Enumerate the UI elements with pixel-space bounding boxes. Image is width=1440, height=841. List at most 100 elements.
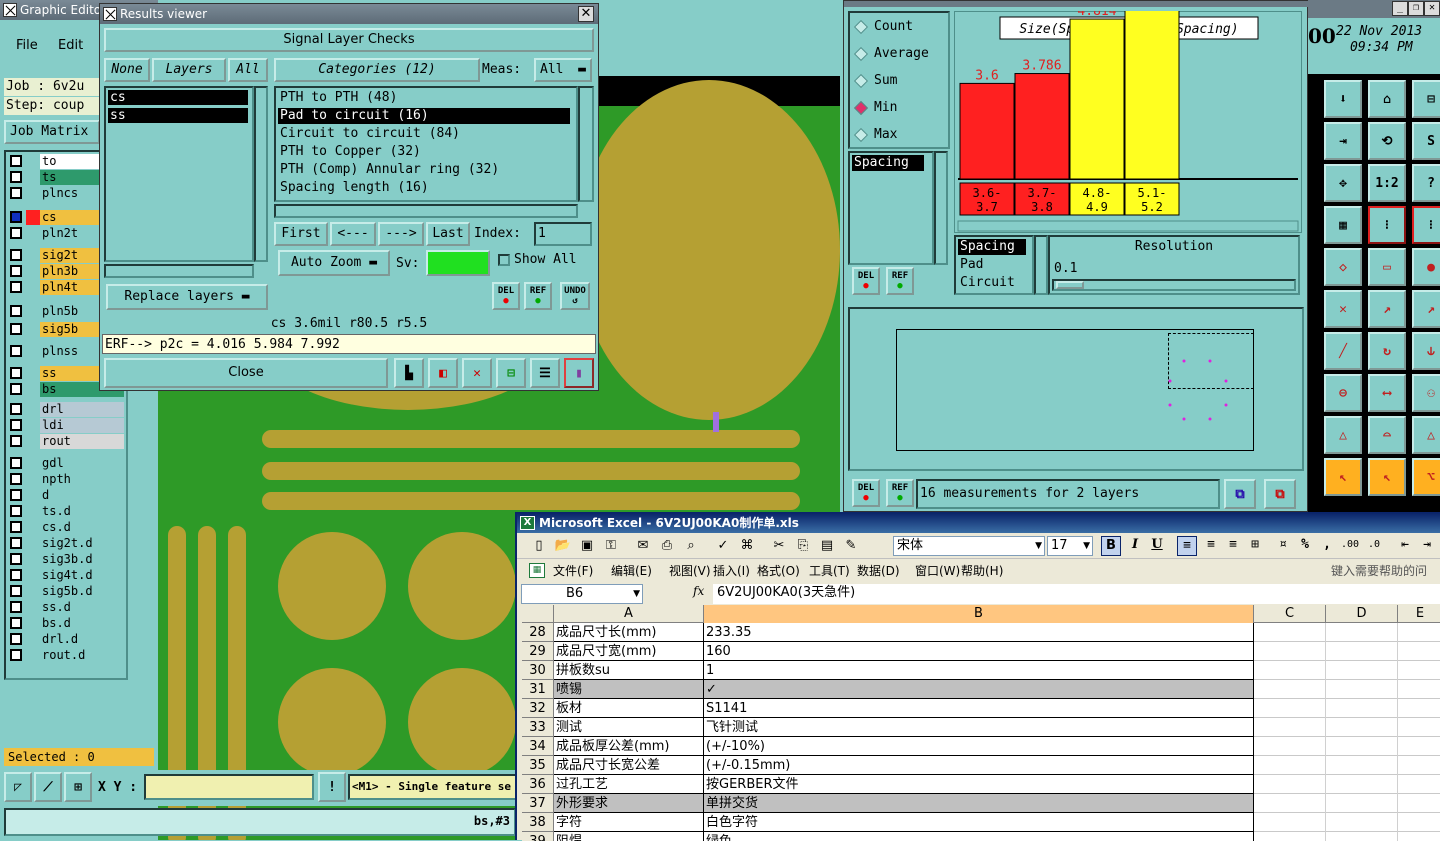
category-item[interactable]: PTH to Copper (32)	[278, 144, 570, 160]
close-button[interactable]: Close	[104, 358, 388, 388]
pointer-icon[interactable]: ↖	[1324, 458, 1362, 496]
layer-row-drl-d[interactable]: drl.d	[8, 632, 124, 647]
cell-b[interactable]: 1	[704, 661, 1254, 680]
cell-a[interactable]: 字符	[554, 813, 704, 832]
cell-d[interactable]	[1326, 680, 1398, 699]
currency-icon[interactable]: ¤	[1273, 536, 1293, 556]
all-button[interactable]: All	[228, 58, 268, 82]
comma-icon[interactable]: ,	[1317, 536, 1337, 556]
radio-count[interactable]: Count	[853, 19, 946, 37]
category-item[interactable]: PTH to PTH (48)	[278, 90, 570, 106]
cell-b[interactable]: S1141	[704, 699, 1254, 718]
result-type-list[interactable]: Spacing	[848, 151, 934, 265]
layer-color-swatch[interactable]	[26, 536, 40, 551]
layer-row-npth[interactable]: npth	[8, 472, 124, 487]
report-icon[interactable]: ▙	[394, 358, 424, 388]
excel-menu-item[interactable]: 窗口(W)	[915, 560, 960, 582]
cell-d[interactable]	[1326, 642, 1398, 661]
del-button[interactable]: DEL ●	[492, 282, 520, 310]
net-icon[interactable]: ⁝	[1368, 206, 1406, 244]
resolution-slider[interactable]	[1052, 279, 1296, 291]
row-header[interactable]: 32	[522, 699, 554, 718]
attribute-item[interactable]: Pad	[958, 257, 1026, 273]
layer-checkbox[interactable]	[10, 187, 22, 199]
pad-icon[interactable]: ●	[1412, 248, 1440, 286]
erase-icon[interactable]: ✕	[462, 358, 492, 388]
layer-checkbox[interactable]	[10, 419, 22, 431]
align-left-icon[interactable]: ≡	[1177, 536, 1197, 556]
layer-color-swatch[interactable]	[26, 366, 40, 381]
row-header[interactable]: 28	[522, 623, 554, 642]
undo-button[interactable]: UNDO ↺	[560, 282, 590, 310]
cell-c[interactable]	[1254, 680, 1326, 699]
histogram-bar[interactable]	[959, 82, 1015, 180]
cell-c[interactable]	[1254, 775, 1326, 794]
radio-average[interactable]: Average	[853, 46, 946, 64]
row-header[interactable]: 36	[522, 775, 554, 794]
layer-color-swatch[interactable]	[26, 226, 40, 241]
category-list[interactable]: PTH to PTH (48) Pad to circuit (16) Circui…	[274, 86, 578, 202]
layer-row-gdl[interactable]: gdl	[8, 456, 124, 471]
layer-checkbox[interactable]	[10, 383, 22, 395]
close-app-button[interactable]: ✕	[1424, 1, 1440, 16]
cell-a[interactable]: 喷锡	[554, 680, 704, 699]
cell-a[interactable]: 成品尺寸宽(mm)	[554, 642, 704, 661]
slider-thumb[interactable]	[1056, 281, 1084, 289]
bold-button[interactable]: B	[1101, 536, 1121, 556]
select-all-corner[interactable]	[522, 605, 554, 623]
loop-icon[interactable]: ⟲	[1368, 122, 1406, 160]
layer-color-swatch[interactable]	[26, 488, 40, 503]
layer-row-ts-d[interactable]: ts.d	[8, 504, 124, 519]
underline-button[interactable]: U	[1147, 536, 1167, 556]
cell-b[interactable]: 飞针测试	[704, 718, 1254, 737]
layer-checkbox[interactable]	[10, 457, 22, 469]
layer-color-swatch[interactable]	[26, 472, 40, 487]
xy-input[interactable]	[144, 774, 314, 800]
diff-icon[interactable]: △	[1412, 416, 1440, 454]
result-list-scrollbar[interactable]	[934, 151, 948, 265]
row-header[interactable]: 33	[522, 718, 554, 737]
layer-checkbox[interactable]	[10, 585, 22, 597]
next-button[interactable]: --->	[378, 222, 424, 246]
category-item[interactable]: Pad to circuit (16)	[278, 108, 570, 124]
cell-a[interactable]: 外形要求	[554, 794, 704, 813]
name-box[interactable]: B6 ▼	[521, 584, 643, 604]
histogram-bar[interactable]	[1069, 18, 1125, 180]
import-icon[interactable]: ⇥	[1324, 122, 1362, 160]
print-icon[interactable]: ⎙	[657, 536, 677, 556]
cell-c[interactable]	[1254, 718, 1326, 737]
cell-d[interactable]	[1326, 718, 1398, 737]
s-curve-icon[interactable]: S	[1412, 122, 1440, 160]
layer-row-ss-d[interactable]: ss.d	[8, 600, 124, 615]
radio-max[interactable]: Max	[853, 127, 946, 145]
cell-c[interactable]	[1254, 813, 1326, 832]
cell-a[interactable]: 板材	[554, 699, 704, 718]
attribute-item[interactable]: Circuit	[958, 275, 1026, 291]
decrease-decimal-icon[interactable]: .0	[1363, 536, 1385, 556]
preview-icon[interactable]: ⌕	[681, 536, 701, 556]
zoom-window-icon[interactable]: ⧉	[1264, 479, 1296, 509]
layer-checkbox[interactable]	[10, 649, 22, 661]
indent-icon[interactable]: ⇤	[1395, 536, 1415, 556]
auto-zoom-select[interactable]: Auto Zoom ▬	[278, 250, 390, 276]
layer-checkbox[interactable]	[10, 633, 22, 645]
cell-a[interactable]: 成品尺寸长宽公差	[554, 756, 704, 775]
layer-color-swatch[interactable]	[26, 402, 40, 417]
increase-decimal-icon[interactable]: .00	[1339, 536, 1361, 556]
layer-color-swatch[interactable]	[26, 280, 40, 295]
category-hscroll[interactable]	[274, 204, 578, 218]
category-item[interactable]: PTH (Comp) Annular ring (32)	[278, 162, 570, 178]
cell-c[interactable]	[1254, 642, 1326, 661]
notes-icon[interactable]: ☰	[530, 358, 560, 388]
tree-icon[interactable]: ⌥	[1412, 458, 1440, 496]
sheet-grid[interactable]: 28 成品尺寸长(mm) 233.35 29 成品尺寸宽(mm) 160 30 拼板数su 1 3…	[522, 623, 1440, 841]
home-icon[interactable]: ⌂	[1368, 80, 1406, 118]
align-center-icon[interactable]: ≡	[1201, 536, 1221, 556]
line-icon[interactable]: ╱	[1324, 332, 1362, 370]
layer-color-swatch[interactable]	[26, 648, 40, 663]
last-button[interactable]: Last	[426, 222, 470, 246]
layer-color-swatch[interactable]	[26, 186, 40, 201]
measurement-marker[interactable]	[713, 412, 719, 432]
layer-checkbox[interactable]	[10, 155, 22, 167]
replace-layers-select[interactable]: Replace layers ▬	[106, 284, 268, 310]
